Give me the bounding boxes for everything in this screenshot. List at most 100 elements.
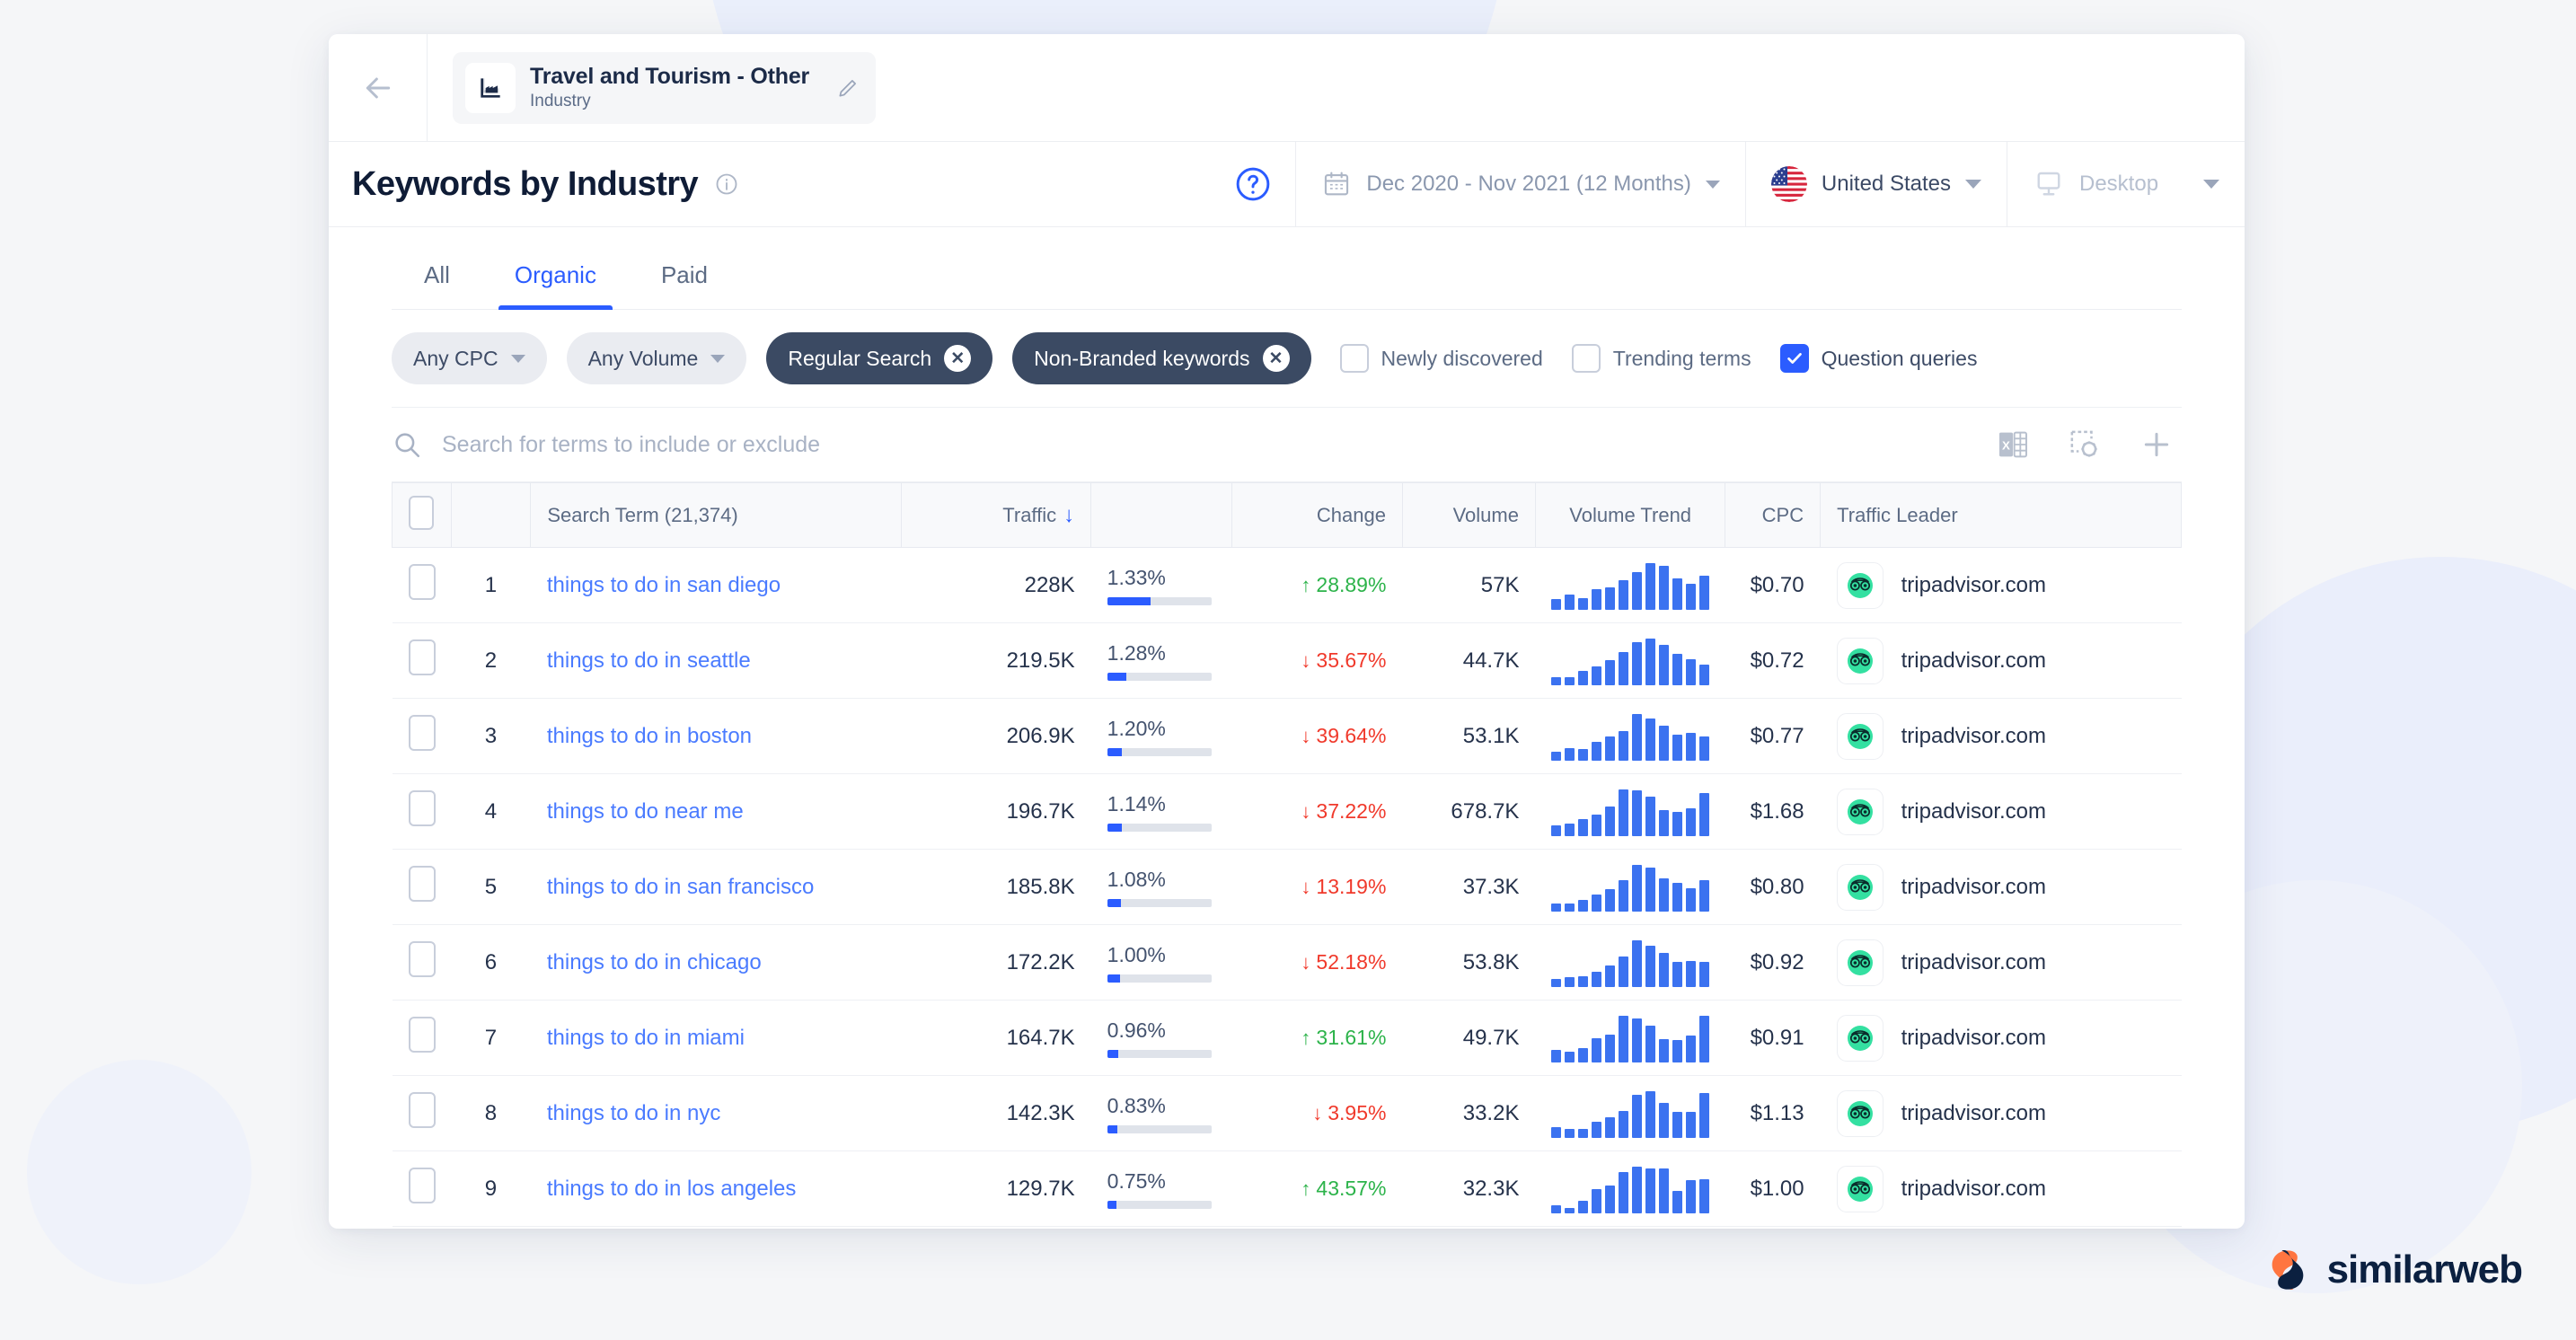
row-checkbox-cell[interactable] bbox=[392, 622, 452, 699]
row-traffic-leader[interactable]: tripadvisor.com bbox=[1820, 1075, 2182, 1151]
row-traffic-leader[interactable]: tripadvisor.com bbox=[1820, 849, 2182, 925]
th-cpc[interactable]: CPC bbox=[1725, 482, 1822, 548]
row-traffic-leader[interactable]: tripadvisor.com bbox=[1820, 547, 2182, 623]
row-volume: 33.2K bbox=[1402, 1075, 1536, 1151]
row-traffic-leader[interactable]: tripadvisor.com bbox=[1820, 924, 2182, 1001]
table-row[interactable]: 6 things to do in chicago 172.2K 1.00% ↓ 52.1… bbox=[392, 924, 2182, 1001]
row-checkbox[interactable] bbox=[408, 1092, 436, 1128]
row-checkbox-cell[interactable] bbox=[392, 547, 452, 623]
row-checkbox[interactable] bbox=[408, 564, 436, 600]
table-row[interactable]: 4 things to do near me 196.7K 1.14% ↓ 37.22% 6… bbox=[392, 773, 2182, 850]
search-input[interactable] bbox=[442, 431, 1975, 458]
th-search-term[interactable]: Search Term (21,374) bbox=[530, 482, 902, 548]
tripadvisor-favicon-icon bbox=[1836, 1165, 1883, 1212]
pencil-icon[interactable] bbox=[836, 76, 860, 100]
row-traffic-leader[interactable]: tripadvisor.com bbox=[1820, 1150, 2182, 1227]
row-search-term[interactable]: things to do in san francisco bbox=[530, 849, 902, 925]
table-row[interactable]: 3 things to do in boston 206.9K 1.20% ↓ 39.64… bbox=[392, 698, 2182, 774]
row-search-term[interactable]: things to do in los angeles bbox=[530, 1150, 902, 1227]
info-icon[interactable] bbox=[714, 172, 739, 197]
row-checkbox-cell[interactable] bbox=[392, 924, 452, 1001]
row-search-term[interactable]: things to do near me bbox=[530, 773, 902, 850]
table-row[interactable]: 8 things to do in nyc 142.3K 0.83% ↓ 3.95% 33.… bbox=[392, 1075, 2182, 1151]
row-search-term[interactable]: things to do in boston bbox=[530, 698, 902, 774]
row-search-term[interactable]: things to do in chicago bbox=[530, 924, 902, 1001]
row-checkbox[interactable] bbox=[408, 1017, 436, 1053]
row-search-term[interactable]: things to do in miami bbox=[530, 1000, 902, 1076]
search-term-link[interactable]: things to do in san francisco bbox=[547, 875, 815, 899]
table-row[interactable]: 2 things to do in seattle 219.5K 1.28% ↓ 35.6… bbox=[392, 622, 2182, 699]
table-row[interactable]: 10things to do in maui115K0.67%↑14.95%23… bbox=[392, 1226, 2182, 1229]
row-volume-trend bbox=[1535, 547, 1725, 623]
row-cpc: $0.80 bbox=[1725, 849, 1821, 925]
search-term-link[interactable]: things to do in san diego bbox=[547, 573, 781, 597]
row-search-term[interactable]: things to do in san diego bbox=[530, 547, 902, 623]
row-search-term[interactable]: things to do in seattle bbox=[530, 622, 902, 699]
filter-chip-regular-search[interactable]: Regular Search ✕ bbox=[766, 332, 993, 384]
row-checkbox-cell[interactable] bbox=[392, 1075, 452, 1151]
row-checkbox[interactable] bbox=[408, 866, 436, 902]
filter-chip-cpc[interactable]: Any CPC bbox=[392, 332, 547, 384]
search-term-link[interactable]: things to do in boston bbox=[547, 724, 752, 748]
row-traffic: 206.9K bbox=[901, 698, 1091, 774]
row-checkbox-cell[interactable] bbox=[392, 698, 452, 774]
search-term-link[interactable]: things to do in nyc bbox=[547, 1101, 720, 1125]
row-checkbox[interactable] bbox=[408, 715, 436, 751]
row-rank: 1 bbox=[451, 547, 531, 623]
row-checkbox-cell[interactable] bbox=[392, 1000, 452, 1076]
row-checkbox[interactable] bbox=[408, 1168, 436, 1203]
tab-all[interactable]: All bbox=[392, 261, 482, 309]
checkbox-trending-terms[interactable]: Trending terms bbox=[1571, 344, 1751, 373]
entity-selector[interactable]: Travel and Tourism - Other Industry bbox=[453, 51, 877, 124]
checkbox-question-queries[interactable]: Question queries bbox=[1779, 344, 1977, 373]
row-checkbox[interactable] bbox=[408, 790, 436, 826]
back-button[interactable] bbox=[329, 34, 428, 142]
close-icon[interactable]: ✕ bbox=[944, 345, 972, 372]
help-button[interactable] bbox=[1210, 142, 1295, 226]
search-term-link[interactable]: things to do near me bbox=[547, 799, 744, 824]
search-term-link[interactable]: things to do in seattle bbox=[547, 648, 751, 673]
table-row[interactable]: 7 things to do in miami 164.7K 0.96% ↑ 31.61%… bbox=[392, 1000, 2182, 1076]
th-traffic[interactable]: Traffic ↓ bbox=[901, 482, 1092, 548]
row-traffic-leader[interactable]: tripadvisor.com bbox=[1820, 622, 2182, 699]
row-checkbox-cell[interactable] bbox=[392, 849, 452, 925]
search-term-link[interactable]: things to do in miami bbox=[547, 1026, 745, 1050]
table-settings-icon[interactable] bbox=[2067, 427, 2103, 463]
th-change[interactable]: Change bbox=[1231, 482, 1403, 548]
table-row[interactable]: 9 things to do in los angeles 129.7K 0.75% ↑… bbox=[392, 1150, 2182, 1227]
traffic-share-bar bbox=[1107, 974, 1212, 983]
row-checkbox-cell[interactable] bbox=[392, 1150, 452, 1227]
search-term-link[interactable]: things to do in chicago bbox=[547, 950, 762, 974]
row-search-term[interactable]: things to do in maui bbox=[530, 1226, 902, 1229]
row-traffic-leader[interactable]: tripadvisor.com bbox=[1820, 698, 2182, 774]
table-row[interactable]: 1 things to do in san diego 228K 1.33% ↑ 28.8… bbox=[392, 547, 2182, 623]
tab-paid[interactable]: Paid bbox=[629, 261, 740, 309]
filter-chip-non-branded[interactable]: Non-Branded keywords ✕ bbox=[1012, 332, 1311, 384]
select-all-checkbox[interactable] bbox=[409, 495, 435, 530]
traffic-leader-name: tripadvisor.com bbox=[1901, 1100, 2047, 1125]
device-selector[interactable]: Desktop bbox=[2007, 142, 2245, 226]
table-row[interactable]: 5 things to do in san francisco 185.8K 1.08… bbox=[392, 849, 2182, 925]
traffic-share-bar bbox=[1107, 1200, 1212, 1209]
row-cpc: $0.70 bbox=[1725, 547, 1821, 623]
row-traffic-leader[interactable]: tripadvisor.com bbox=[1820, 1000, 2182, 1076]
row-traffic-leader[interactable]: tripadvisor.com bbox=[1820, 1226, 2182, 1229]
tab-organic[interactable]: Organic bbox=[482, 261, 629, 310]
close-icon[interactable]: ✕ bbox=[1262, 345, 1290, 372]
country-selector[interactable]: United States bbox=[1744, 142, 2007, 226]
row-volume: 49.7K bbox=[1402, 1000, 1536, 1076]
search-term-link[interactable]: things to do in los angeles bbox=[547, 1177, 797, 1201]
row-checkbox-cell[interactable] bbox=[392, 1226, 452, 1229]
row-checkbox[interactable] bbox=[408, 639, 436, 675]
th-volume[interactable]: Volume bbox=[1402, 482, 1536, 548]
th-select-all[interactable] bbox=[392, 482, 452, 548]
row-checkbox[interactable] bbox=[408, 941, 436, 977]
export-excel-icon[interactable]: X bbox=[1995, 427, 2031, 463]
checkbox-newly-discovered[interactable]: Newly discovered bbox=[1339, 344, 1543, 373]
filter-chip-volume[interactable]: Any Volume bbox=[566, 332, 747, 384]
row-checkbox-cell[interactable] bbox=[392, 773, 452, 850]
row-traffic-leader[interactable]: tripadvisor.com bbox=[1820, 773, 2182, 850]
row-search-term[interactable]: things to do in nyc bbox=[530, 1075, 902, 1151]
date-range-selector[interactable]: Dec 2020 - Nov 2021 (12 Months) bbox=[1295, 142, 1745, 226]
add-column-icon[interactable] bbox=[2139, 427, 2175, 463]
